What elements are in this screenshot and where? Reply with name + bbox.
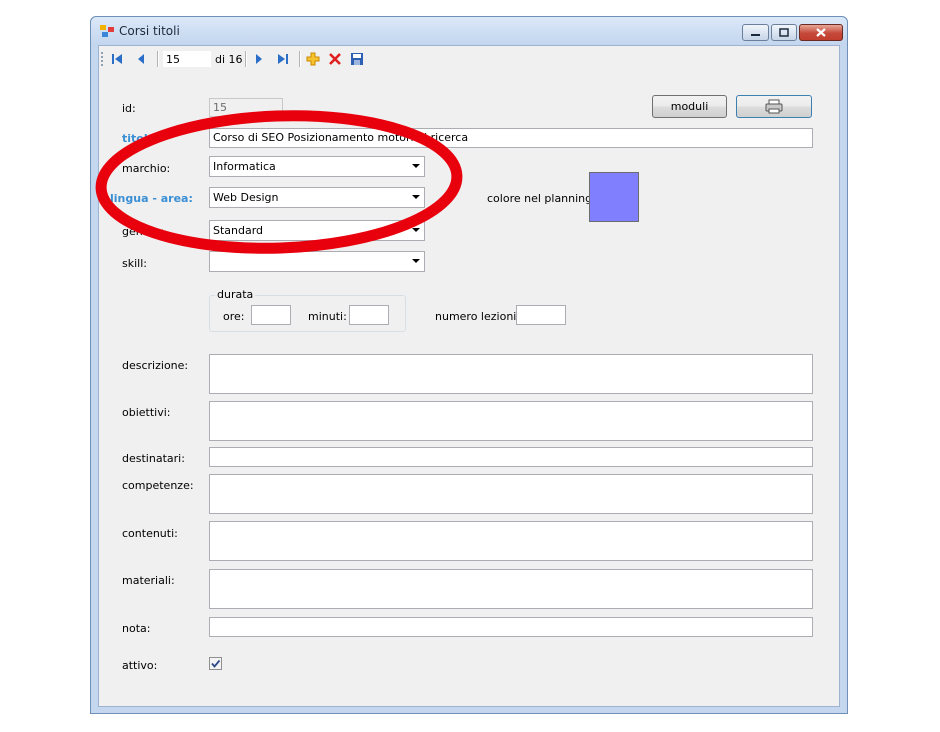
minuti-label: minuti:	[308, 310, 347, 323]
moduli-button[interactable]: moduli	[652, 95, 727, 118]
marchio-label: marchio:	[122, 162, 171, 175]
save-button[interactable]	[349, 51, 365, 67]
numero-lezioni-label: numero lezioni:	[435, 310, 521, 323]
obiettivi-field[interactable]	[209, 401, 813, 441]
titolo-label: titolo:	[122, 132, 160, 145]
move-first-button[interactable]	[109, 51, 125, 67]
toolbar-separator	[157, 51, 159, 67]
marchio-combobox[interactable]: Informatica	[209, 156, 425, 177]
colore-label: colore nel planning:	[487, 192, 596, 205]
move-last-icon	[278, 54, 288, 64]
marchio-value: Informatica	[213, 160, 276, 173]
delete-button[interactable]	[327, 51, 343, 67]
app-icon	[100, 25, 114, 37]
toolbar-separator	[299, 51, 301, 67]
titolo-field[interactable]: Corso di SEO Posizionamento motori di ri…	[209, 128, 813, 148]
genere-combobox[interactable]: Standard	[209, 220, 425, 241]
app-window: Corsi titoli di 16	[90, 16, 848, 714]
printer-icon	[765, 99, 783, 114]
close-icon	[816, 28, 826, 37]
minimize-icon	[751, 34, 760, 36]
toolbar-grip[interactable]	[101, 52, 105, 66]
count-label: di 16	[215, 53, 243, 66]
position-input[interactable]	[163, 51, 211, 67]
contenuti-field[interactable]	[209, 521, 813, 561]
print-button[interactable]	[736, 95, 812, 118]
competenze-field[interactable]	[209, 474, 813, 514]
lingua-area-combobox[interactable]: Web Design	[209, 187, 425, 208]
move-first-icon	[112, 54, 122, 64]
genere-value: Standard	[213, 224, 264, 237]
id-field[interactable]: 15	[209, 98, 283, 117]
window-title: Corsi titoli	[119, 24, 180, 38]
chevron-down-icon[interactable]	[412, 259, 420, 263]
lingua-area-value: Web Design	[213, 191, 279, 204]
descrizione-field[interactable]	[209, 354, 813, 394]
save-icon	[351, 53, 363, 65]
move-last-button[interactable]	[275, 51, 291, 67]
move-previous-icon	[138, 54, 144, 64]
move-next-button[interactable]	[251, 51, 267, 67]
descrizione-label: descrizione:	[122, 359, 189, 372]
ore-label: ore:	[223, 310, 245, 323]
destinatari-label: destinatari:	[122, 452, 185, 465]
checkmark-icon	[211, 659, 221, 668]
contenuti-label: contenuti:	[122, 527, 178, 540]
durata-group-title: durata	[215, 288, 256, 301]
toolbar-separator	[245, 51, 247, 67]
competenze-label: competenze:	[122, 479, 194, 492]
move-previous-button[interactable]	[133, 51, 149, 67]
nota-label: nota:	[122, 622, 151, 635]
add-icon	[306, 52, 320, 66]
attivo-label: attivo:	[122, 659, 158, 672]
nota-field[interactable]	[209, 617, 813, 637]
skill-combobox[interactable]	[209, 251, 425, 272]
materiali-label: materiali:	[122, 574, 175, 587]
numero-lezioni-field[interactable]	[516, 305, 566, 325]
chevron-down-icon[interactable]	[412, 228, 420, 232]
binding-navigator: di 16	[99, 46, 839, 72]
chevron-down-icon[interactable]	[412, 195, 420, 199]
ore-field[interactable]	[251, 305, 291, 325]
color-swatch[interactable]	[589, 172, 639, 222]
destinatari-field[interactable]	[209, 447, 813, 467]
skill-label: skill:	[122, 257, 147, 270]
close-button[interactable]	[799, 24, 843, 41]
delete-icon	[329, 53, 341, 65]
lingua-area-label: lingua - area:	[110, 192, 193, 205]
maximize-button[interactable]	[771, 24, 797, 41]
add-new-button[interactable]	[305, 51, 321, 67]
title-bar[interactable]: Corsi titoli	[91, 17, 847, 45]
materiali-field[interactable]	[209, 569, 813, 609]
minimize-button[interactable]	[742, 24, 769, 41]
attivo-checkbox[interactable]	[209, 657, 222, 670]
move-next-icon	[256, 54, 262, 64]
maximize-icon	[779, 28, 789, 37]
obiettivi-label: obiettivi:	[122, 406, 171, 419]
genere-label: genere:	[122, 225, 165, 238]
minuti-field[interactable]	[349, 305, 389, 325]
form-client-area: di 16 id: 15 moduli	[98, 45, 840, 707]
id-label: id:	[122, 102, 136, 115]
chevron-down-icon[interactable]	[412, 164, 420, 168]
